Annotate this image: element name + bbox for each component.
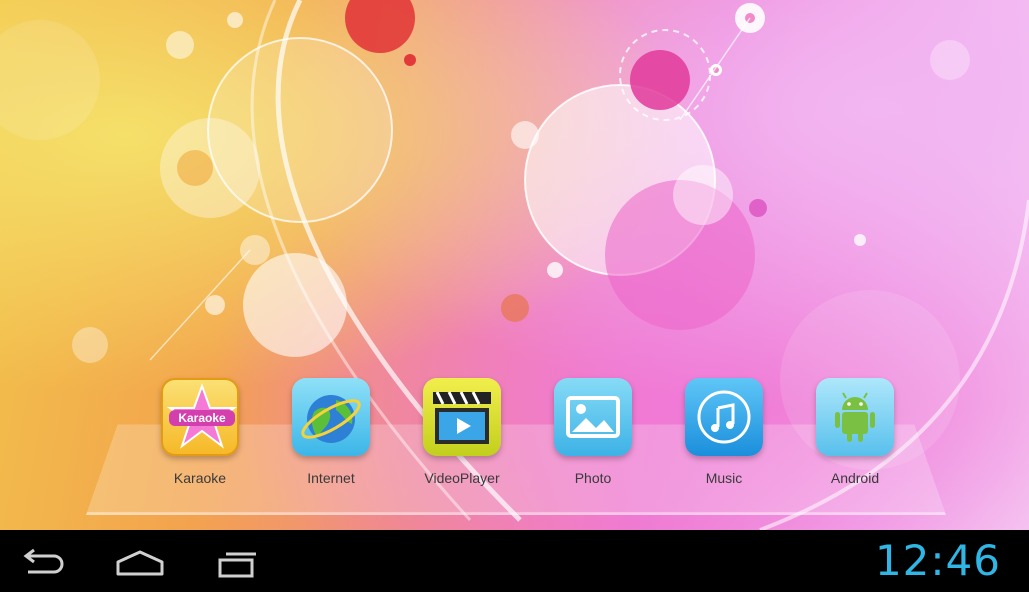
app-label: VideoPlayer [424, 470, 500, 486]
app-label: Android [830, 470, 880, 486]
home-screen: Karaoke Karaoke Internet VideoPlayer Pho… [0, 0, 1029, 592]
back-arrow-icon [23, 548, 64, 574]
navigation-bar: 12:46 [0, 530, 1029, 592]
app-photo[interactable]: Photo [543, 378, 643, 490]
home-icon [116, 550, 164, 576]
android-robot-icon [816, 378, 894, 456]
karaoke-icon: Karaoke [161, 378, 239, 456]
app-internet[interactable]: Internet [281, 378, 381, 490]
home-button[interactable] [112, 542, 168, 582]
app-music[interactable]: Music [674, 378, 774, 490]
app-label: Karaoke [173, 470, 227, 486]
recent-apps-icon [218, 552, 256, 578]
app-android[interactable]: Android [805, 378, 905, 490]
clock: 12:46 [874, 536, 1001, 585]
globe-icon [292, 378, 370, 456]
app-karaoke[interactable]: Karaoke Karaoke [150, 378, 250, 490]
karaoke-badge-text: Karaoke [178, 411, 226, 425]
app-label: Internet [307, 470, 355, 486]
app-dock: Karaoke Karaoke Internet VideoPlayer Pho… [150, 378, 910, 498]
app-label: Music [705, 470, 743, 486]
clapperboard-icon [423, 378, 501, 456]
recent-apps-button[interactable] [212, 542, 268, 582]
app-videoplayer[interactable]: VideoPlayer [412, 378, 512, 490]
picture-icon [554, 378, 632, 456]
back-button[interactable] [14, 542, 70, 582]
app-label: Photo [574, 470, 612, 486]
music-note-icon [685, 378, 763, 456]
